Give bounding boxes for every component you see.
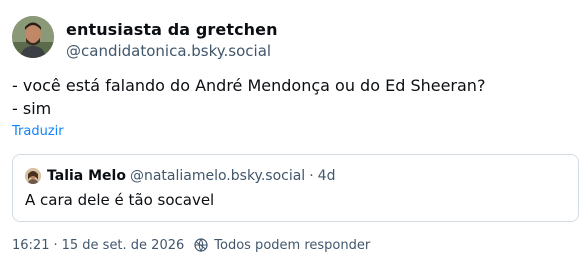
author-handle[interactable]: @candidatonica.bsky.social (66, 42, 271, 60)
post-text-line: - sim (12, 99, 52, 118)
quote-text: A cara dele é tão socavel (25, 191, 215, 209)
quote-author-handle[interactable]: @nataliamelo.bsky.social (130, 168, 305, 184)
reply-setting[interactable]: Todos podem responder (214, 238, 370, 253)
globe-reply-icon (194, 238, 208, 252)
quote-header: Talia Melo @nataliamelo.bsky.social · 4d (25, 167, 335, 185)
post-text: - você está falando do André Mendonça ou… (12, 74, 572, 120)
quote-author-name[interactable]: Talia Melo (47, 168, 126, 184)
post-time: 16:21 (12, 237, 50, 253)
translate-link[interactable]: Traduzir (12, 124, 64, 139)
meta-separator: · (53, 237, 58, 253)
post-text-line: - você está falando do André Mendonça ou… (12, 76, 486, 95)
quote-author-avatar[interactable] (25, 168, 41, 184)
quote-separator: · (309, 168, 314, 184)
post-meta: 16:21 · 15 de set. de 2026 Todos podem r… (12, 237, 370, 253)
author-display-name[interactable]: entusiasta da gretchen (66, 20, 278, 39)
quote-age[interactable]: 4d (318, 168, 336, 184)
author-avatar[interactable] (12, 16, 54, 58)
avatar-photo-icon (25, 168, 41, 184)
post-date: 15 de set. de 2026 (61, 237, 185, 253)
avatar-photo-icon (12, 16, 54, 58)
quote-post-card[interactable]: Talia Melo @nataliamelo.bsky.social · 4d… (12, 154, 579, 222)
post-card: entusiasta da gretchen @candidatonica.bs… (0, 0, 587, 263)
